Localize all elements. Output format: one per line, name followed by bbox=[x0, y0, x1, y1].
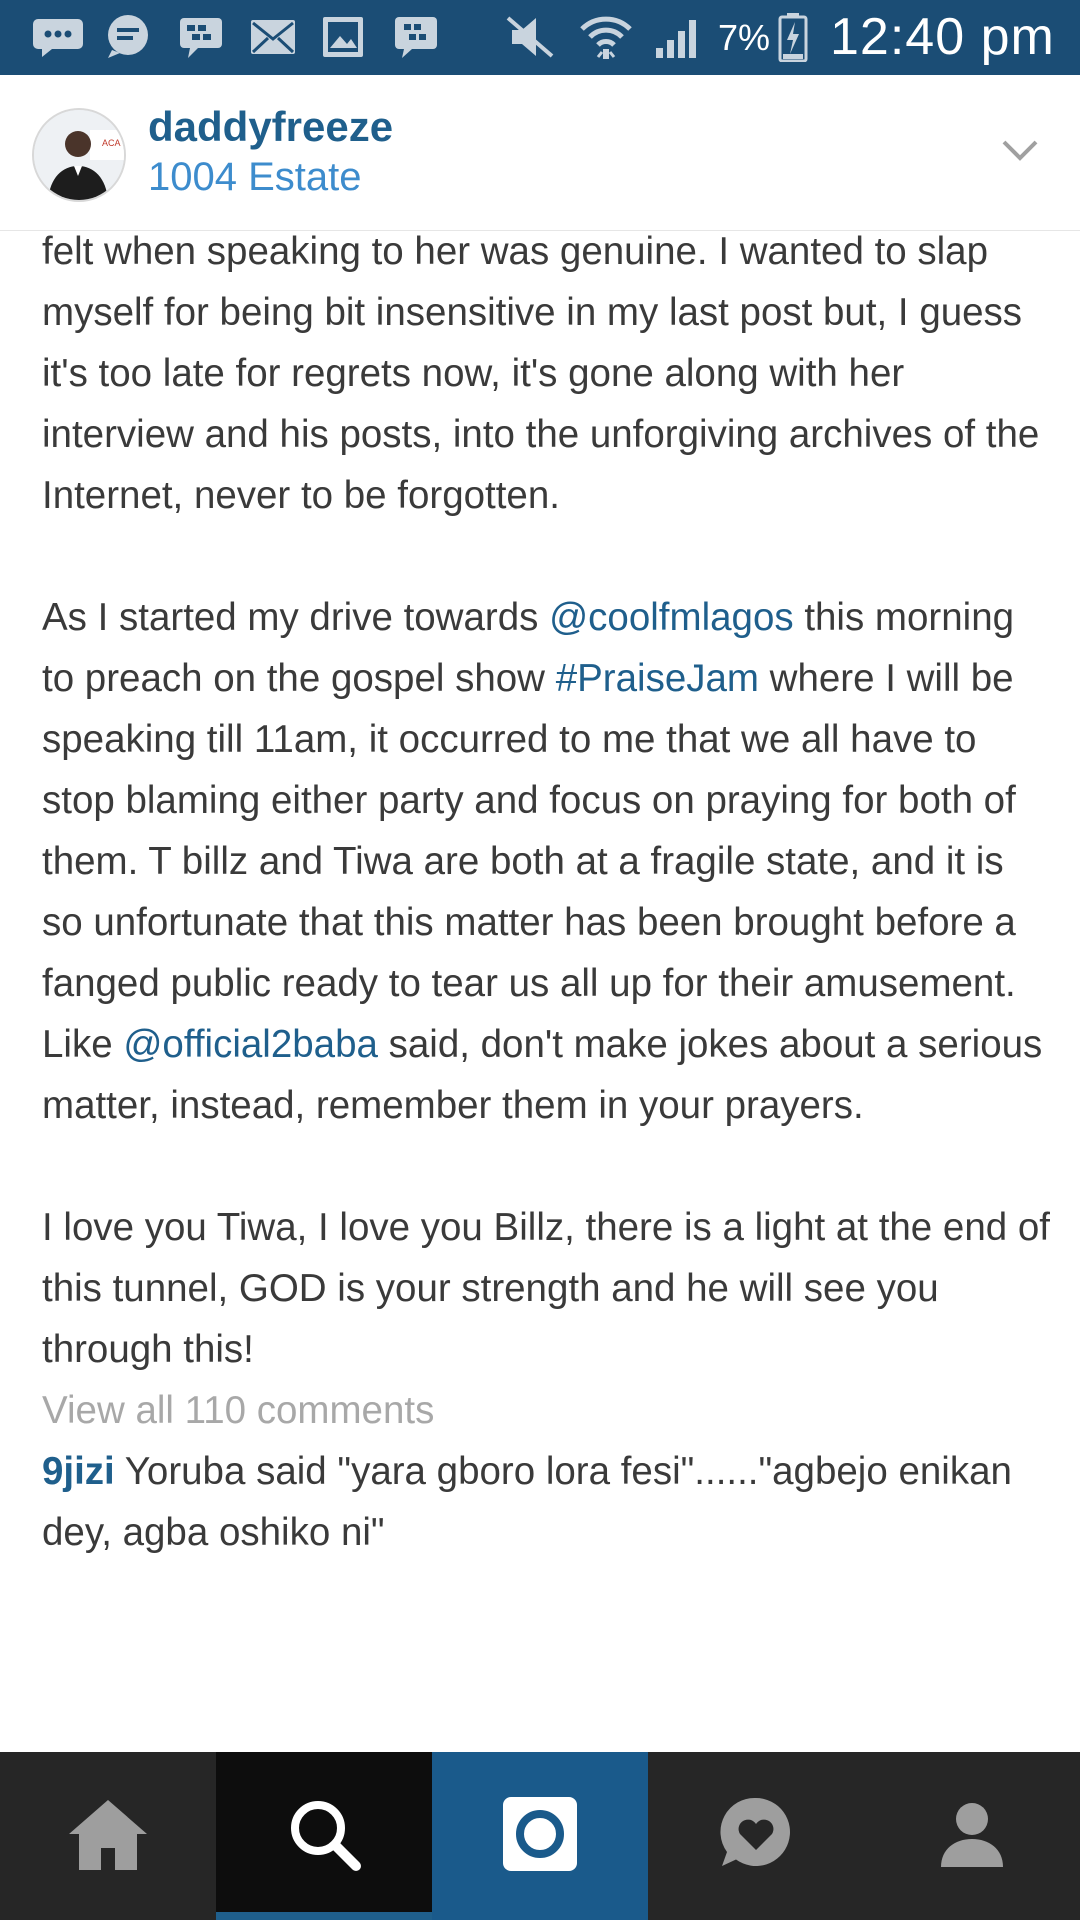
search-icon bbox=[284, 1794, 364, 1879]
caption-text: As I started my drive towards bbox=[42, 596, 550, 639]
battery-charging-icon bbox=[778, 13, 808, 62]
activity-icon bbox=[716, 1794, 796, 1879]
clock: 12:40 pm bbox=[830, 8, 1055, 66]
gallery-icon bbox=[322, 14, 364, 60]
message-icon bbox=[104, 14, 152, 60]
nav-search[interactable] bbox=[216, 1752, 432, 1920]
caption: for, it's the fact that I am a good judg… bbox=[42, 230, 1052, 1380]
bbm-icon bbox=[394, 14, 438, 60]
chevron-down-icon[interactable] bbox=[1000, 135, 1040, 165]
status-bar: 7% 12:40 pm bbox=[0, 0, 1080, 75]
username[interactable]: daddyfreeze bbox=[148, 103, 393, 151]
caption-paragraph-2: As I started my drive towards @coolfmlag… bbox=[42, 587, 1052, 1136]
battery-percent: 7% bbox=[718, 17, 771, 58]
email-icon bbox=[250, 14, 296, 60]
location-link[interactable]: 1004 Estate bbox=[148, 155, 362, 200]
wifi-icon bbox=[578, 14, 634, 60]
bottom-navigation bbox=[0, 1752, 1080, 1920]
nav-profile[interactable] bbox=[864, 1752, 1080, 1920]
nav-home[interactable] bbox=[0, 1752, 216, 1920]
mention-link[interactable]: @coolfmlagos bbox=[549, 596, 794, 639]
mention-link[interactable]: @official2baba bbox=[123, 1023, 378, 1066]
view-all-comments-link[interactable]: View all 110 comments bbox=[42, 1380, 1052, 1441]
comment-username[interactable]: 9jizi bbox=[42, 1450, 115, 1493]
camera-icon bbox=[501, 1795, 579, 1878]
comment: 9jizi Yoruba said "yara gboro lora fesi"… bbox=[42, 1441, 1052, 1563]
nav-camera[interactable] bbox=[432, 1752, 648, 1920]
profile-icon bbox=[937, 1799, 1007, 1874]
post-header: ACA daddyfreeze 1004 Estate bbox=[0, 75, 1080, 231]
home-icon bbox=[65, 1796, 151, 1877]
svg-text:ACA: ACA bbox=[102, 138, 121, 148]
caption-paragraph-1: for, it's the fact that I am a good judg… bbox=[42, 230, 1040, 517]
signal-icon bbox=[654, 14, 704, 60]
chat-bubble-dots-icon bbox=[32, 14, 84, 60]
avatar[interactable]: ACA bbox=[32, 108, 126, 202]
comment-text: Yoruba said "yara gboro lora fesi"......… bbox=[42, 1450, 1012, 1554]
hashtag-link[interactable]: #PraiseJam bbox=[556, 657, 759, 700]
bbm-chat-icon bbox=[178, 14, 224, 60]
nav-activity[interactable] bbox=[648, 1752, 864, 1920]
post-content: for, it's the fact that I am a good judg… bbox=[0, 230, 1080, 1752]
caption-paragraph-3: I love you Tiwa, I love you Billz, there… bbox=[42, 1206, 1050, 1371]
mute-icon bbox=[506, 14, 556, 60]
caption-text: where I will be speaking till 11am, it o… bbox=[42, 657, 1016, 1066]
